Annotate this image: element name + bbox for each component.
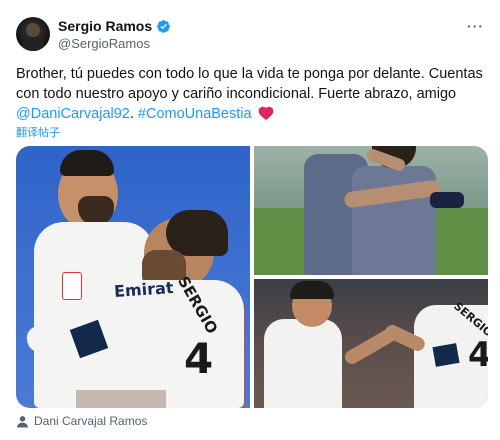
photo-3[interactable]: SERGIO 4 bbox=[254, 279, 488, 408]
author-name-row[interactable]: Sergio Ramos bbox=[58, 17, 171, 35]
more-options-icon[interactable]: ··· bbox=[467, 18, 484, 34]
tagged-people-label: Dani Carvajal Ramos bbox=[34, 414, 148, 428]
tagged-people[interactable]: Dani Carvajal Ramos bbox=[16, 413, 147, 429]
mention-link[interactable]: @DaniCarvajal92 bbox=[16, 106, 130, 122]
photo-2[interactable] bbox=[254, 146, 488, 275]
top-edge bbox=[0, 0, 500, 4]
display-name[interactable]: Sergio Ramos bbox=[58, 18, 152, 34]
heart-icon bbox=[258, 106, 273, 120]
tweet-separator: . bbox=[129, 106, 138, 122]
photo-1[interactable]: Emirat SERGIO 4 bbox=[16, 146, 250, 408]
avatar[interactable] bbox=[16, 17, 50, 51]
tweet-body: Brother, tú puedes con todo lo que la vi… bbox=[16, 66, 483, 102]
tweet-text: Brother, tú puedes con todo lo que la vi… bbox=[16, 64, 486, 124]
media-grid: Emirat SERGIO 4 SERGIO 4 bbox=[16, 146, 488, 408]
jersey-number-text-2: 4 bbox=[468, 335, 488, 375]
hashtag-link[interactable]: #ComoUnaBestia bbox=[138, 106, 252, 122]
jersey-number-text: 4 bbox=[184, 334, 214, 383]
verified-badge-icon bbox=[157, 19, 171, 33]
author-handle[interactable]: @SergioRamos bbox=[58, 36, 150, 51]
translate-post-link[interactable]: 翻译帖子 bbox=[16, 124, 60, 140]
person-icon bbox=[17, 415, 28, 427]
